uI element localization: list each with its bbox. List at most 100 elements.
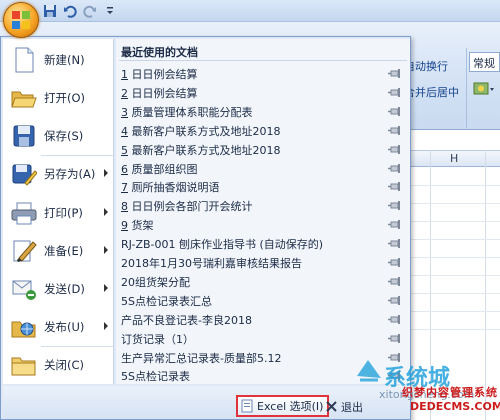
recent-document-name: 产品不良登记表-李良2018 bbox=[121, 313, 252, 327]
pin-icon[interactable] bbox=[388, 219, 404, 230]
recent-document-name: RJ-ZB-001 刨床作业指导书 (自动保存的) bbox=[121, 238, 324, 252]
close-folder-icon bbox=[10, 351, 38, 379]
redo-icon bbox=[83, 5, 96, 18]
pin-icon[interactable] bbox=[388, 333, 404, 344]
recent-document-item[interactable]: 4 最新客户联系方式及地址2018 bbox=[116, 121, 410, 140]
pin-icon[interactable] bbox=[388, 200, 404, 211]
recent-document-name: 日日例会结算 bbox=[131, 68, 198, 81]
recent-document-item[interactable]: 2 日日例会结算 bbox=[116, 83, 410, 102]
pin-icon[interactable] bbox=[388, 295, 404, 306]
menu-item-5[interactable]: 准备(E) bbox=[3, 232, 114, 270]
menu-item-2[interactable]: 保存(S) bbox=[3, 117, 114, 155]
pin-icon[interactable] bbox=[388, 106, 404, 117]
recent-document-number: 4 bbox=[121, 124, 128, 138]
recent-document-item[interactable]: 2018年1月30号瑞利嘉审核结果报告 bbox=[116, 253, 410, 272]
watermark-logo-icon bbox=[357, 360, 381, 382]
grid-line bbox=[405, 239, 500, 240]
recent-documents-panel: 最近使用的文档 1 日日例会结算 2 日日例会结算 3 质量管理体系职能分配表 4 最… bbox=[116, 39, 410, 384]
ribbon-separator bbox=[466, 48, 467, 128]
recent-document-title: 2018年1月30号瑞利嘉审核结果报告 bbox=[121, 255, 302, 271]
menu-item-6[interactable]: 发送(D) bbox=[3, 270, 114, 308]
column-h-header[interactable]: H bbox=[450, 152, 458, 165]
printer-icon bbox=[10, 199, 38, 227]
undo-button[interactable] bbox=[62, 3, 78, 19]
recent-document-item[interactable]: 订货记录（1） bbox=[116, 329, 410, 348]
grid-line bbox=[405, 329, 500, 330]
recent-document-item[interactable]: 3 质量管理体系职能分配表 bbox=[116, 102, 410, 121]
grid-line bbox=[405, 257, 500, 258]
recent-document-number: 3 bbox=[121, 105, 128, 119]
recent-document-title: 产品不良登记表-李良2018 bbox=[121, 312, 252, 328]
recent-document-item[interactable]: 1 日日例会结算 bbox=[116, 64, 410, 83]
menu-item-1[interactable]: 打开(O) bbox=[3, 79, 114, 117]
recent-document-number: 7 bbox=[121, 181, 128, 195]
recent-divider bbox=[119, 60, 407, 61]
save-quick-button[interactable] bbox=[42, 3, 58, 19]
grid-line bbox=[405, 185, 500, 186]
menu-item-label: 打印(P) bbox=[44, 206, 83, 220]
pin-icon[interactable] bbox=[388, 87, 404, 98]
recent-document-name: 日日例会结算 bbox=[131, 86, 198, 100]
recent-document-item[interactable]: 5 最新客户联系方式及地址2018 bbox=[116, 140, 410, 159]
recent-document-name: 20组货架分配 bbox=[121, 275, 190, 289]
recent-document-item[interactable]: 产品不良登记表-李良2018 bbox=[116, 310, 410, 329]
submenu-arrow-icon bbox=[104, 169, 108, 177]
pin-icon[interactable] bbox=[388, 238, 404, 249]
recent-document-item[interactable]: 5S点检记录表汇总 bbox=[116, 291, 410, 310]
recent-document-title: 1 日日例会结算 bbox=[121, 66, 198, 82]
recent-documents-title: 最近使用的文档 bbox=[121, 46, 198, 59]
menu-item-0[interactable]: 新建(N) bbox=[3, 41, 114, 79]
undo-icon bbox=[64, 5, 77, 18]
submenu-arrow-icon bbox=[104, 246, 108, 254]
recent-document-item[interactable]: 9 货架 bbox=[116, 215, 410, 234]
save-disk-icon bbox=[10, 122, 38, 150]
recent-document-number: 8 bbox=[121, 200, 128, 214]
pin-icon[interactable] bbox=[388, 314, 404, 325]
recent-document-item[interactable]: 20组货架分配 bbox=[116, 272, 410, 291]
pin-icon[interactable] bbox=[388, 276, 404, 287]
menu-item-label: 准备(E) bbox=[44, 244, 84, 258]
menu-item-label: 另存为(A) bbox=[44, 167, 96, 181]
grid-line bbox=[405, 275, 500, 276]
recent-document-name: 厕所抽香烟说明语 bbox=[131, 181, 220, 195]
recent-document-name: 日日例会各部门开会统计 bbox=[131, 200, 253, 214]
currency-format-button[interactable] bbox=[472, 80, 494, 98]
grid-line bbox=[405, 293, 500, 294]
currency-icon bbox=[473, 82, 494, 95]
menu-item-7[interactable]: 发布(U) bbox=[3, 308, 114, 346]
recent-document-title: 7 厕所抽香烟说明语 bbox=[121, 179, 220, 195]
recent-document-name: 货架 bbox=[131, 219, 154, 233]
recent-document-item[interactable]: RJ-ZB-001 刨床作业指导书 (自动保存的) bbox=[116, 234, 410, 253]
pin-icon[interactable] bbox=[388, 257, 404, 268]
pin-icon[interactable] bbox=[388, 144, 404, 155]
recent-document-title: RJ-ZB-001 刨床作业指导书 (自动保存的) bbox=[121, 236, 323, 252]
grid-line bbox=[405, 311, 500, 312]
recent-document-name: 5S点检记录表 bbox=[121, 370, 190, 384]
menu-item-3[interactable]: 另存为(A) bbox=[3, 155, 114, 193]
redo-button[interactable] bbox=[82, 3, 98, 19]
recent-document-name: 生产异常汇总记录表-质量部5.12 bbox=[121, 351, 282, 365]
save-icon bbox=[44, 5, 56, 17]
merge-center-button[interactable]: 合并后居中 bbox=[404, 84, 459, 100]
recent-document-name: 2018年1月30号瑞利嘉审核结果报告 bbox=[121, 257, 302, 270]
recent-document-title: 生产异常汇总记录表-质量部5.12 bbox=[121, 350, 281, 366]
submenu-arrow-icon bbox=[104, 284, 108, 292]
excel-options-button[interactable]: Excel 选项(I) bbox=[236, 395, 330, 417]
menu-item-8[interactable]: 关闭(C) bbox=[3, 346, 114, 384]
recent-document-number: 5 bbox=[121, 143, 128, 157]
recent-document-number: 6 bbox=[121, 162, 128, 176]
pin-icon[interactable] bbox=[388, 68, 404, 79]
open-folder-icon bbox=[10, 84, 38, 112]
pin-icon[interactable] bbox=[388, 163, 404, 174]
menu-item-4[interactable]: 打印(P) bbox=[3, 194, 114, 232]
pin-icon[interactable] bbox=[388, 181, 404, 192]
number-format-select[interactable]: 常规 bbox=[469, 52, 500, 72]
recent-document-name: 订货记录（1） bbox=[121, 332, 194, 346]
office-button[interactable] bbox=[3, 2, 39, 38]
recent-document-item[interactable]: 7 厕所抽香烟说明语 bbox=[116, 177, 410, 196]
pin-icon[interactable] bbox=[388, 125, 404, 136]
menu-item-label: 新建(N) bbox=[44, 53, 85, 67]
customize-toolbar-button[interactable] bbox=[102, 3, 118, 19]
recent-document-item[interactable]: 6 质量部组织图 bbox=[116, 159, 410, 178]
recent-document-item[interactable]: 8 日日例会各部门开会统计 bbox=[116, 196, 410, 215]
